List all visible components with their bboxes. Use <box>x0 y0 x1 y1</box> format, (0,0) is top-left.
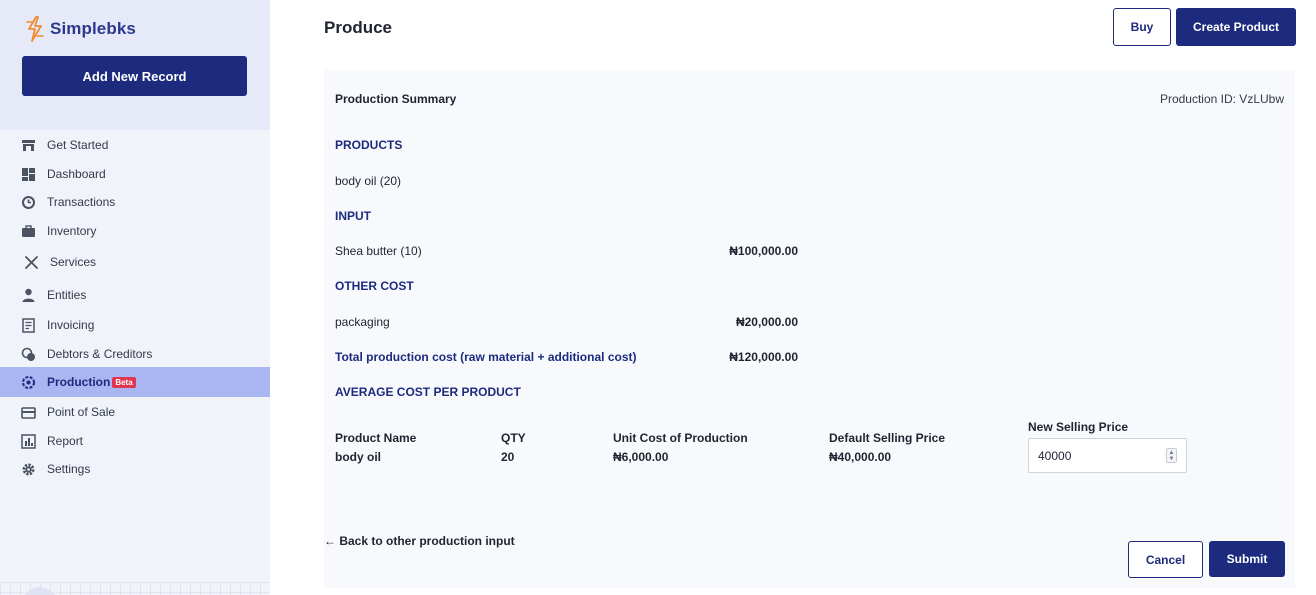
add-new-record-button[interactable]: Add New Record <box>22 56 247 96</box>
spinner-down-icon[interactable]: ▼ <box>1169 456 1175 462</box>
gear-icon <box>21 462 36 477</box>
other-cost-heading: OTHER COST <box>335 279 414 293</box>
sidebar-item-services[interactable]: Services <box>0 247 270 277</box>
production-id: Production ID: VzLUbw <box>1159 92 1284 106</box>
sidebar-item-point-of-sale[interactable]: Point of Sale <box>0 397 270 427</box>
average-cost-heading: AVERAGE COST PER PRODUCT <box>335 385 521 399</box>
sidebar-item-report[interactable]: Report <box>0 426 270 456</box>
sidebar-item-dashboard[interactable]: Dashboard <box>0 159 270 189</box>
sidebar-item-inventory[interactable]: Inventory <box>0 216 270 246</box>
col-product-name: Product Name <box>335 431 417 445</box>
new-selling-price-input[interactable] <box>1029 439 1159 472</box>
col-new-price: New Selling Price <box>1028 420 1129 434</box>
summary-title: Production Summary <box>335 92 457 106</box>
logo[interactable]: Simplebks <box>24 16 136 42</box>
sidebar: Simplebks Add New Record Get Started Das… <box>0 0 270 595</box>
create-product-button[interactable]: Create Product <box>1176 8 1296 46</box>
new-selling-price-field: ▲ ▼ <box>1028 438 1187 473</box>
col-qty: QTY <box>501 431 526 445</box>
col-unit-cost: Unit Cost of Production <box>613 431 748 445</box>
total-cost-amount: ₦120,000.00 <box>729 350 798 364</box>
back-to-production-input-link[interactable]: ← Back to other production input <box>324 534 515 548</box>
sidebar-item-debtors-creditors[interactable]: Debtors & Creditors <box>0 339 270 369</box>
history-icon <box>21 195 36 210</box>
submit-button[interactable]: Submit <box>1209 541 1285 577</box>
buy-button[interactable]: Buy <box>1113 8 1171 46</box>
input-item: Shea butter (10) <box>335 244 422 258</box>
row-unit-cost: ₦6,000.00 <box>613 450 669 464</box>
products-heading: PRODUCTS <box>335 138 403 152</box>
other-cost-item: packaging <box>335 315 390 329</box>
store-icon <box>21 138 36 153</box>
total-cost-label: Total production cost (raw material + ad… <box>335 350 637 364</box>
row-qty: 20 <box>501 450 515 464</box>
report-icon <box>21 433 36 449</box>
number-spinner[interactable]: ▲ ▼ <box>1166 448 1177 463</box>
beta-badge: Beta <box>112 376 136 388</box>
row-default-price: ₦40,000.00 <box>829 450 892 464</box>
input-heading: INPUT <box>335 209 371 223</box>
logo-icon <box>26 16 44 42</box>
coins-icon <box>21 347 36 362</box>
page-title: Produce <box>324 18 393 37</box>
input-amount: ₦100,000.00 <box>729 244 798 258</box>
product-line: body oil (20) <box>335 174 402 188</box>
sidebar-item-invoicing[interactable]: Invoicing <box>0 310 270 340</box>
production-summary-card: Production Summary Production ID: VzLUbw… <box>324 70 1295 588</box>
cancel-button[interactable]: Cancel <box>1128 541 1203 578</box>
production-icon <box>21 375 36 390</box>
person-icon <box>21 288 36 303</box>
briefcase-icon <box>21 224 36 239</box>
other-cost-amount: ₦20,000.00 <box>735 315 798 329</box>
row-product-name: body oil <box>335 450 381 464</box>
col-default-price: Default Selling Price <box>829 431 946 445</box>
logo-text: Simplebks <box>50 19 136 38</box>
sidebar-item-entities[interactable]: Entities <box>0 280 270 310</box>
dashboard-icon <box>21 167 36 182</box>
sidebar-item-get-started[interactable]: Get Started <box>0 130 270 160</box>
invoice-icon <box>21 317 36 333</box>
card-icon <box>21 405 36 420</box>
tools-icon <box>24 255 39 270</box>
sidebar-item-settings[interactable]: Settings <box>0 454 270 484</box>
sidebar-item-production[interactable]: Production Beta <box>0 367 270 397</box>
sidebar-item-transactions[interactable]: Transactions <box>0 187 270 217</box>
